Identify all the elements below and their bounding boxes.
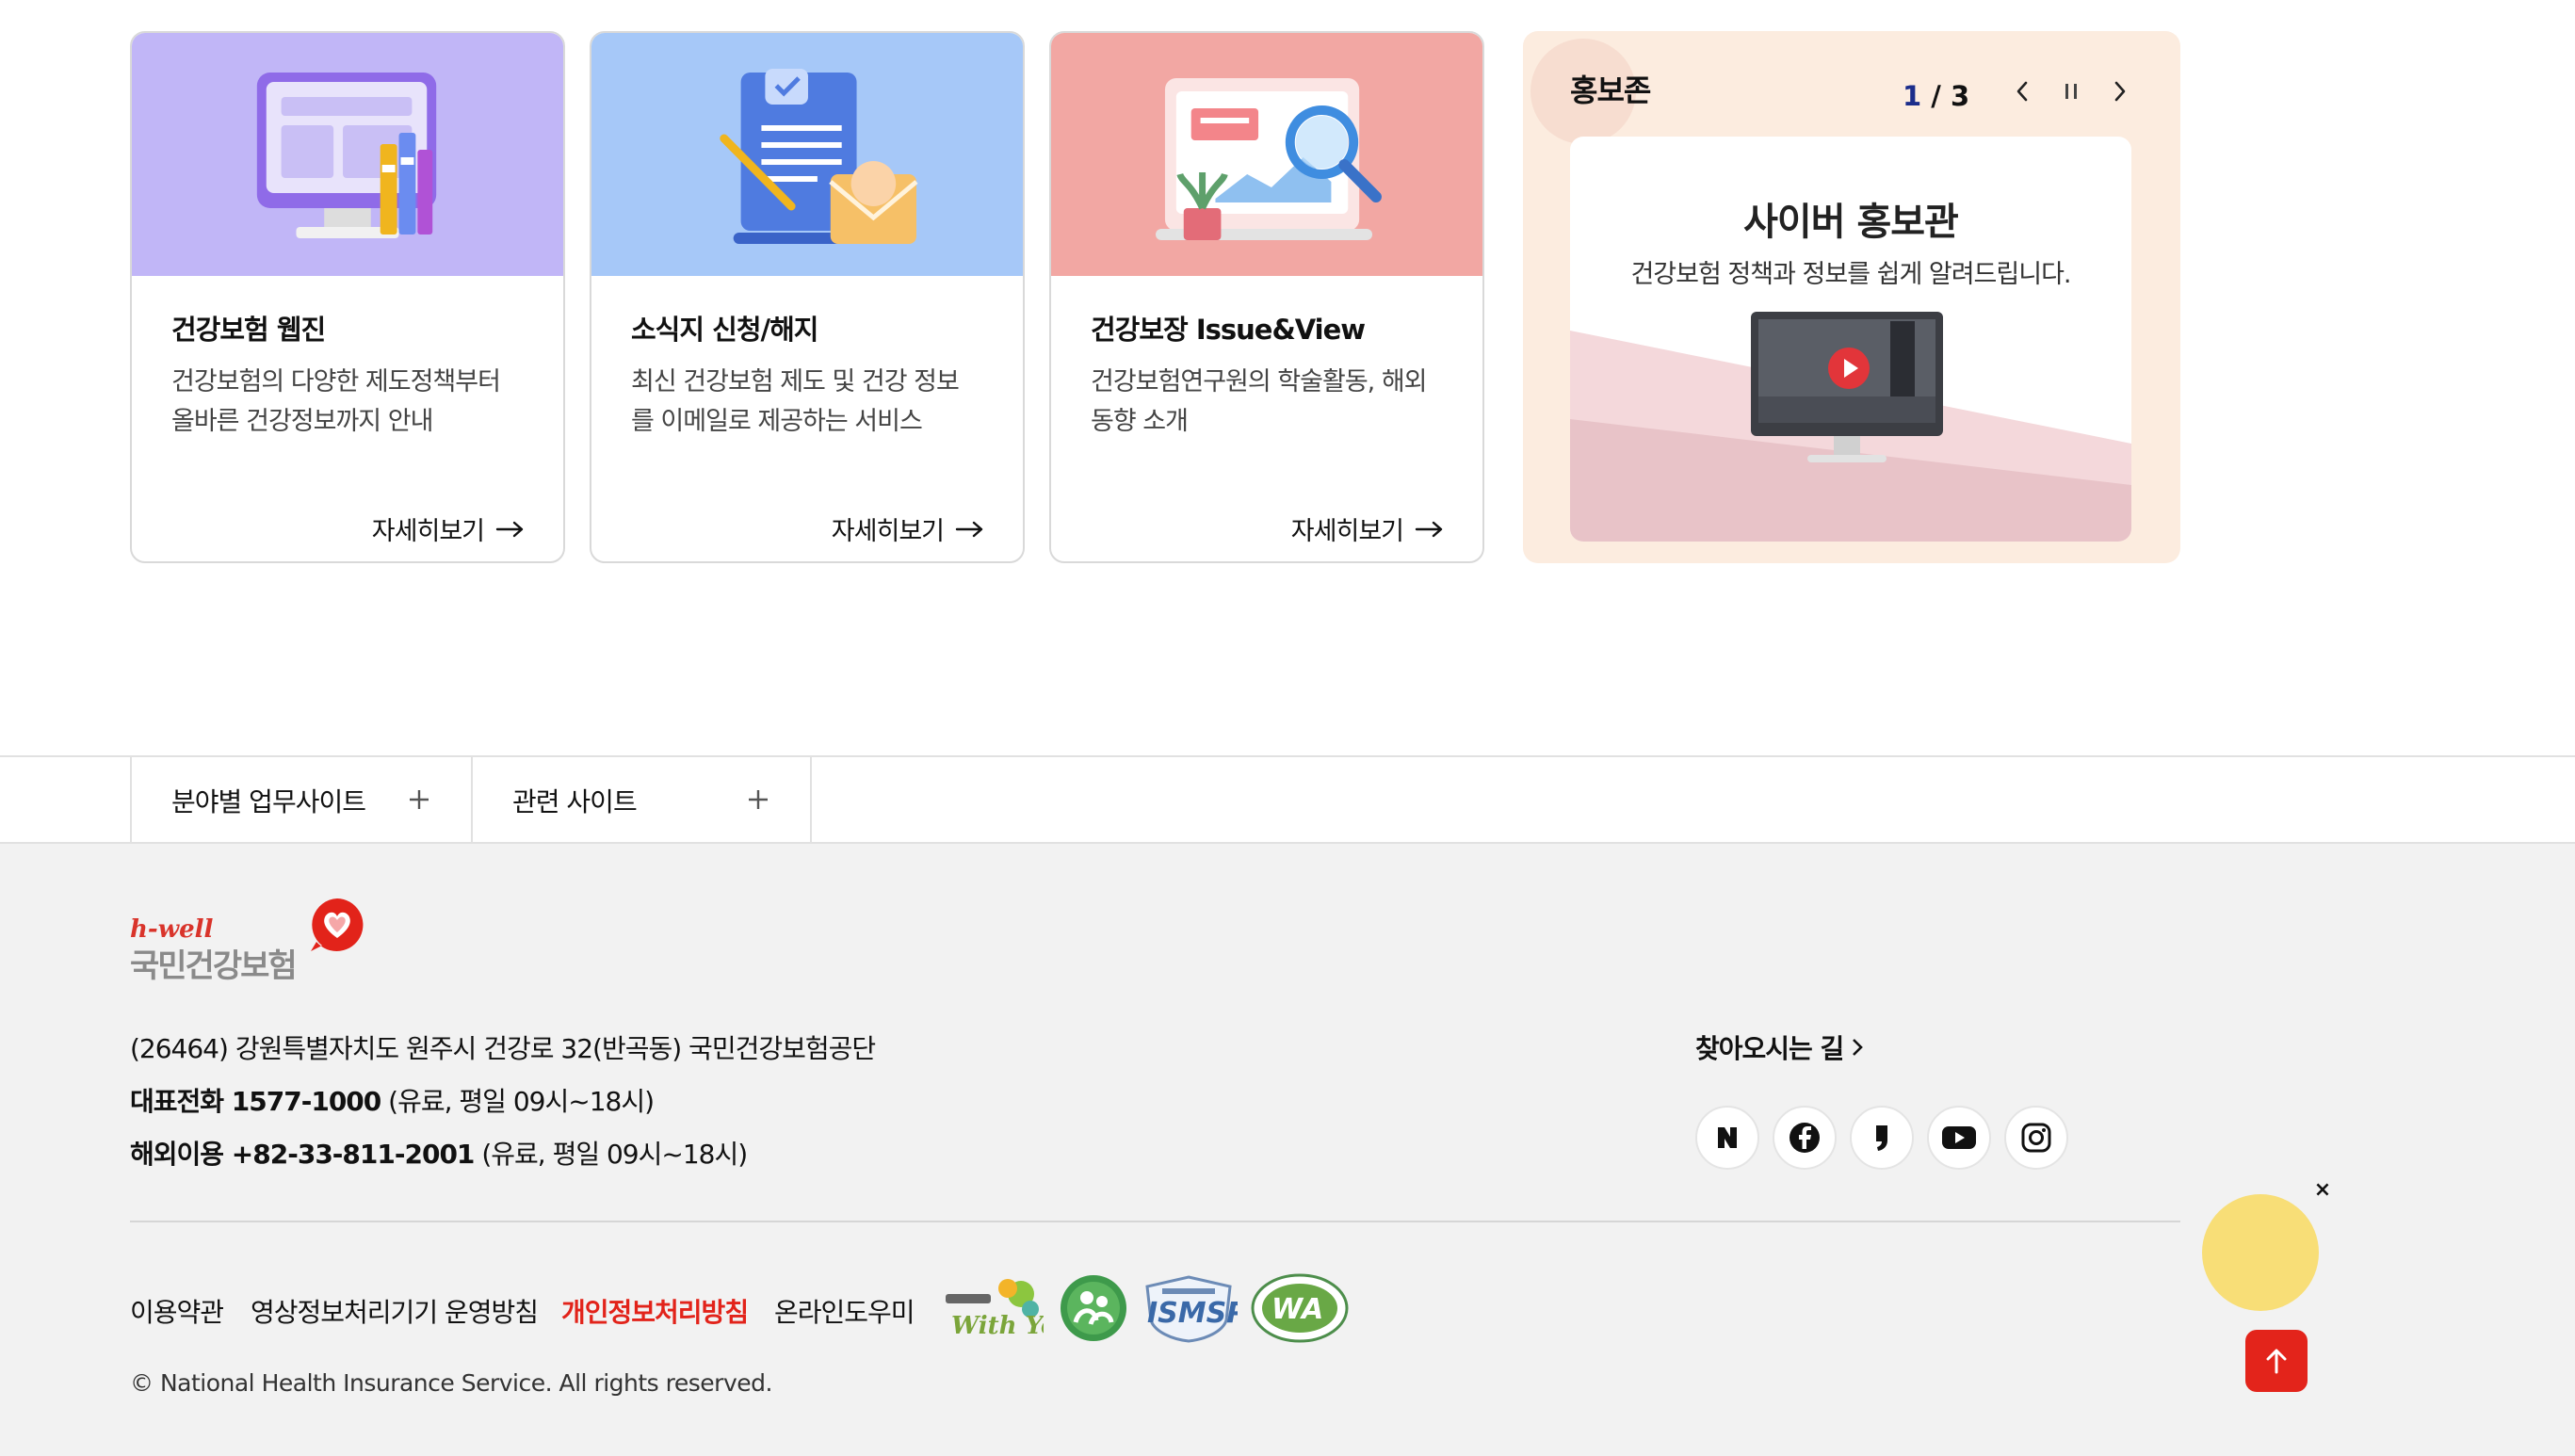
directions-link[interactable]: 찾아오시는 길	[1695, 1028, 1864, 1066]
next-slide-button[interactable]	[2101, 73, 2139, 110]
promo-title: 홍보존	[1570, 73, 1651, 108]
promo-zone: 홍보존 1 / 3 사이버 홍보관 건강보험 정책과 정보를 쉽게 알려드립니다…	[1523, 31, 2180, 563]
more-link[interactable]: 자세히보기	[832, 510, 985, 547]
phone-number: 대표전화 1577-1000	[130, 1086, 381, 1117]
overseas-phone-number: 해외이용 +82-33-811-2001	[130, 1139, 475, 1170]
prev-slide-button[interactable]	[2003, 73, 2041, 110]
card-title: 건강보험 웹진	[171, 314, 326, 346]
wa-cert-text: WA	[1271, 1293, 1323, 1326]
chevron-right-icon	[2114, 81, 2126, 102]
pause-slide-button[interactable]	[2052, 73, 2090, 110]
newsletter-illustration	[591, 33, 1023, 276]
arrow-up-icon	[2266, 1349, 2287, 1374]
slide-total: 3	[1950, 80, 1970, 112]
arrow-right-icon	[495, 521, 524, 537]
card-description-line: 올바른 건강정보까지 안내	[171, 407, 433, 436]
related-sites-bar: 분야별 업무사이트 관련 사이트	[0, 755, 2575, 844]
overseas-phone-note: (유료, 평일 09시~18시)	[474, 1139, 748, 1170]
phone: 대표전화 1577-1000 (유료, 평일 09시~18시)	[130, 1081, 655, 1119]
overseas-phone: 해외이용 +82-33-811-2001 (유료, 평일 09시~18시)	[130, 1134, 748, 1172]
slide-counter: 1 / 3	[1903, 80, 1969, 112]
slide-separator: /	[1921, 80, 1951, 112]
withyou-cert-logo[interactable]: With You	[944, 1273, 1044, 1343]
cctv-policy-link[interactable]: 영상정보처리기기 운영방침	[251, 1292, 539, 1330]
youtube-icon	[1942, 1126, 1976, 1149]
card-description: 최신 건강보험 제도 및 건강 정보 를 이메일로 제공하는 서비스	[631, 363, 998, 442]
nhis-logo[interactable]: h-well 국민건강보험	[130, 895, 375, 985]
facebook-button[interactable]	[1773, 1106, 1837, 1170]
card-title: 소식지 신청/해지	[631, 314, 818, 346]
more-link[interactable]: 자세히보기	[372, 510, 526, 547]
chevron-left-icon	[2016, 81, 2028, 102]
more-link[interactable]: 자세히보기	[1291, 510, 1445, 547]
directions-label: 찾아오시는 길	[1695, 1033, 1844, 1064]
scroll-to-top-button[interactable]	[2245, 1330, 2308, 1392]
privacy-policy-link[interactable]: 개인정보처리방침	[561, 1292, 749, 1330]
promo-slide[interactable]: 사이버 홍보관 건강보험 정책과 정보를 쉽게 알려드립니다.	[1570, 137, 2131, 542]
related-sites-label: 관련 사이트	[512, 786, 638, 817]
card-issue-view[interactable]: 건강보장 Issue&View 건강보험연구원의 학술활동, 해외 동향 소개 …	[1049, 31, 1484, 563]
card-description-line: 건강보험연구원의 학술활동, 해외	[1091, 367, 1428, 396]
online-helper-link[interactable]: 온라인도우미	[774, 1292, 915, 1330]
logo-text-kr: 국민건강보험	[130, 947, 298, 985]
webzine-illustration	[132, 33, 563, 276]
address: (26464) 강원특별자치도 원주시 건강로 32(반곡동) 국민건강보험공단	[130, 1033, 876, 1064]
facebook-icon	[1790, 1123, 1820, 1153]
card-title: 건강보장 Issue&View	[1091, 314, 1366, 346]
card-webzine[interactable]: 건강보험 웹진 건강보험의 다양한 제도정책부터 올바른 건강정보까지 안내 자…	[130, 31, 565, 563]
slide-subtitle: 건강보험 정책과 정보를 쉽게 알려드립니다.	[1630, 260, 2071, 289]
slide-title: 사이버 홍보관	[1743, 201, 1959, 244]
family-friendly-cert-logo[interactable]	[1059, 1273, 1128, 1343]
related-sites-dropdown[interactable]: 관련 사이트	[471, 757, 812, 844]
instagram-button[interactable]	[2004, 1106, 2068, 1170]
slide-current: 1	[1903, 80, 1922, 112]
card-description-line: 건강보험의 다양한 제도정책부터	[171, 367, 501, 396]
phone-note: (유료, 평일 09시~18시)	[381, 1086, 655, 1117]
arrow-right-icon	[1415, 521, 1443, 537]
naver-blog-icon	[1718, 1127, 1737, 1148]
isms-p-cert-logo[interactable]: ISMSP	[1140, 1273, 1238, 1343]
card-description: 건강보험연구원의 학술활동, 해외 동향 소개	[1091, 363, 1458, 442]
naver-blog-button[interactable]	[1695, 1106, 1759, 1170]
naver-post-button[interactable]	[1850, 1106, 1914, 1170]
more-link-label: 자세히보기	[831, 517, 945, 546]
pause-icon	[2065, 84, 2077, 99]
card-description-line: 를 이메일로 제공하는 서비스	[631, 407, 923, 436]
card-description-line: 최신 건강보험 제도 및 건강 정보	[631, 367, 960, 396]
terms-link[interactable]: 이용약관	[130, 1292, 224, 1330]
card-description-line: 동향 소개	[1091, 407, 1189, 436]
chevron-right-icon	[1853, 1039, 1864, 1056]
footer: h-well 국민건강보험 (26464) 강원특별자치도 원주시 건강로 32…	[0, 844, 2575, 1456]
isms-cert-text: ISMSP	[1147, 1297, 1238, 1330]
copyright: © National Health Insurance Service. All…	[130, 1369, 772, 1397]
close-icon[interactable]: ×	[2311, 1179, 2334, 1202]
more-link-label: 자세히보기	[1290, 517, 1404, 546]
play-icon[interactable]	[1826, 346, 1871, 391]
issue-view-illustration	[1051, 33, 1482, 276]
arrow-right-icon	[955, 521, 983, 537]
withyou-cert-text: With You	[951, 1312, 1044, 1340]
card-newsletter[interactable]: 소식지 신청/해지 최신 건강보험 제도 및 건강 정보 를 이메일로 제공하는…	[590, 31, 1025, 563]
card-description: 건강보험의 다양한 제도정책부터 올바른 건강정보까지 안내	[171, 363, 539, 442]
heart-bubble-icon	[311, 898, 364, 951]
field-sites-label: 분야별 업무사이트	[171, 786, 366, 817]
footer-divider	[130, 1221, 2180, 1222]
youtube-button[interactable]	[1927, 1106, 1991, 1170]
naver-post-icon	[1876, 1125, 1887, 1151]
plus-icon	[410, 790, 429, 809]
instagram-icon	[2021, 1123, 2051, 1153]
field-sites-dropdown[interactable]: 분야별 업무사이트	[130, 757, 471, 844]
web-accessibility-cert-logo[interactable]: WA	[1251, 1273, 1349, 1343]
chatbot-button[interactable]	[2202, 1194, 2319, 1311]
more-link-label: 자세히보기	[371, 517, 485, 546]
plus-icon	[749, 790, 768, 809]
